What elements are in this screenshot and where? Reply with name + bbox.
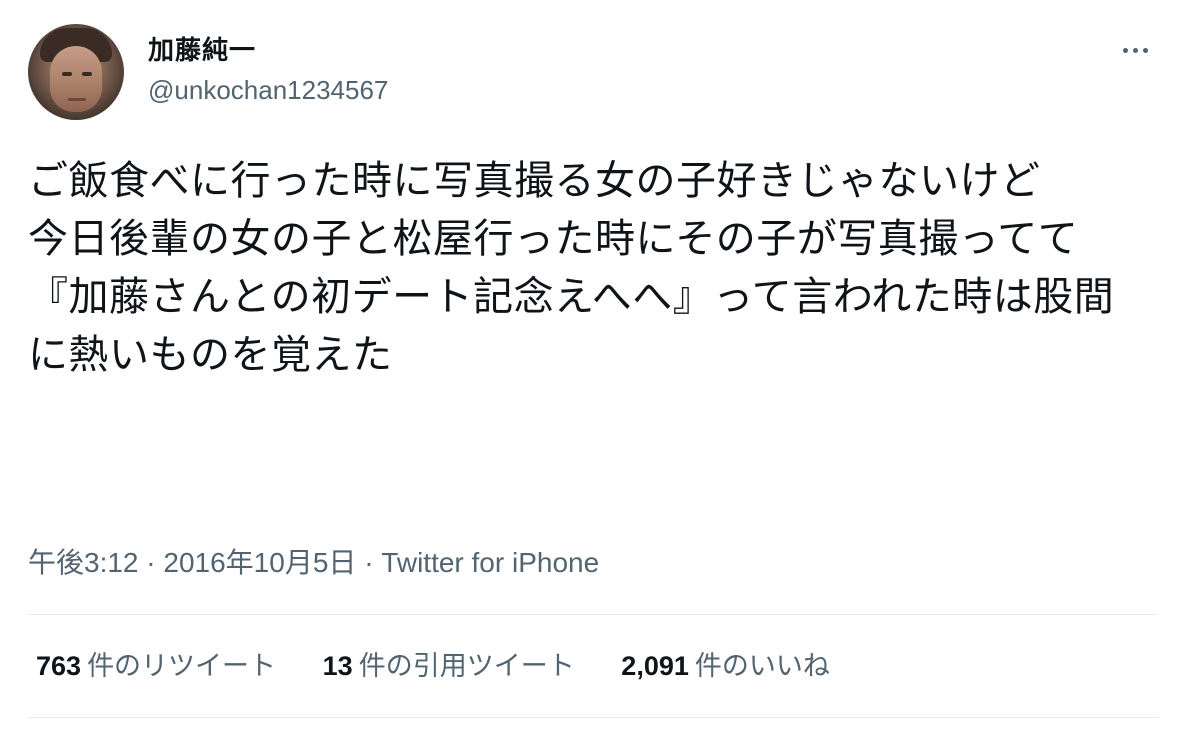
quotes-stat[interactable]: 13 件の引用ツイート <box>323 646 575 687</box>
more-dot <box>1123 48 1128 53</box>
quotes-count: 13 <box>322 651 353 681</box>
more-dot <box>1143 48 1148 53</box>
divider <box>28 717 1158 718</box>
tweet-stats: 763 件のリツイート 13 件の引用ツイート 2,091 件のいいね <box>36 646 868 687</box>
display-name[interactable]: 加藤純一 <box>148 34 388 68</box>
likes-count: 2,091 <box>621 651 689 681</box>
likes-label: 件のいいね <box>694 651 830 682</box>
retweets-label: 件のリツイート <box>87 651 277 682</box>
more-horizontal-icon[interactable] <box>1120 38 1152 62</box>
avatar-mouth <box>68 98 86 101</box>
tweet-date[interactable]: 2016年10月5日 <box>163 547 356 578</box>
tweet-time[interactable]: 午後3:12 <box>28 547 139 578</box>
avatar[interactable] <box>28 24 124 120</box>
tweet-text: ご飯食べに行った時に写真撮る女の子好きじゃないけど 今日後輩の女の子と松屋行った… <box>28 158 1115 378</box>
likes-stat[interactable]: 2,091 件のいいね <box>621 646 830 687</box>
avatar-face <box>50 46 102 112</box>
tweet-source[interactable]: Twitter for iPhone <box>381 547 599 578</box>
tweet-header: 加藤純一 @unkochan1234567 <box>28 24 1158 120</box>
avatar-eye <box>62 72 72 76</box>
retweets-count: 763 <box>36 651 82 681</box>
meta-separator: · <box>146 547 156 578</box>
divider <box>28 614 1158 615</box>
user-handle[interactable]: @unkochan1234567 <box>148 72 388 108</box>
meta-separator: · <box>364 547 374 578</box>
quotes-label: 件の引用ツイート <box>358 651 575 682</box>
tweet-meta: 午後3:12 · 2016年10月5日 · Twitter for iPhone <box>28 545 599 581</box>
more-dot <box>1133 48 1138 53</box>
avatar-eye <box>82 72 92 76</box>
user-names: 加藤純一 @unkochan1234567 <box>148 34 388 108</box>
tweet: 加藤純一 @unkochan1234567 ご飯食べに行った時に写真撮る女の子好… <box>0 0 1186 740</box>
retweets-stat[interactable]: 763 件のリツイート <box>36 646 276 687</box>
